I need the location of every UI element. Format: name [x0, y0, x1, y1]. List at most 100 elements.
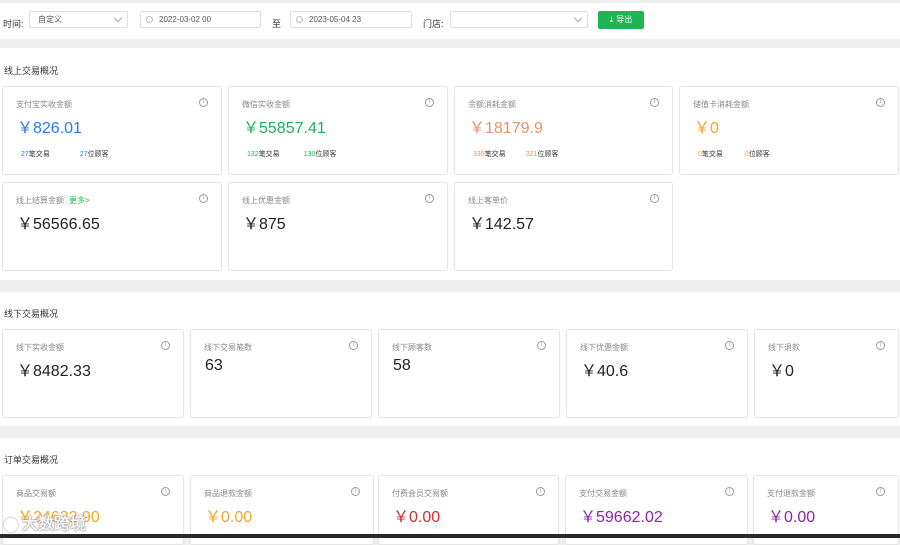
info-icon[interactable]: i	[199, 98, 208, 107]
info-icon[interactable]: i	[161, 487, 170, 496]
chevron-down-icon	[573, 13, 583, 23]
card-label: 线下优惠金额	[580, 343, 628, 352]
section-title: 线下交易概况	[4, 309, 59, 319]
start-date-input[interactable]: 2022-03-02 00	[140, 11, 261, 28]
info-icon[interactable]: i	[537, 341, 546, 350]
section-title: 线上交易概况	[4, 66, 59, 76]
card-label: 支付宝实收金额	[16, 100, 72, 109]
card-offline-refund: 线下退款 i ￥0	[754, 329, 899, 418]
customer-count: 130	[303, 151, 316, 158]
card-value: ￥0	[769, 363, 794, 380]
info-icon[interactable]: i	[351, 487, 360, 496]
end-date-input[interactable]: 2023-05-04 23	[290, 11, 412, 28]
card-label: 商品交易额	[16, 489, 56, 498]
tx-count: 27	[21, 151, 29, 158]
clock-icon	[146, 16, 153, 23]
card-label: 商品退款金额	[204, 489, 252, 498]
card-value: ￥826.01	[17, 120, 82, 137]
end-date-value: 2023-05-04 23	[309, 15, 362, 24]
card-label: 线上客单价	[468, 196, 508, 205]
card-offline-customers: 线下顾客数 i 58	[378, 329, 560, 418]
tx-unit: 笔交易	[701, 151, 723, 158]
card-offline-discount: 线下优惠金额 i ￥40.6	[566, 329, 748, 418]
info-icon[interactable]: i	[161, 341, 170, 350]
filter-bar: 时间: 自定义 2022-03-02 00 至 2023-05-04 23 门店…	[0, 3, 900, 39]
card-value: ￥18179.9	[469, 120, 543, 137]
start-date-value: 2022-03-02 00	[159, 15, 212, 24]
info-icon[interactable]: i	[725, 487, 734, 496]
card-value: ￥24632.90	[17, 509, 100, 526]
card-stats: 339笔交易 321位顾客	[473, 149, 558, 159]
info-icon[interactable]: i	[876, 98, 885, 107]
card-value: ￥56566.65	[17, 216, 100, 233]
tx-unit: 笔交易	[258, 151, 280, 158]
card-label: 付费会员交易额	[392, 489, 448, 498]
card-label: 线下退款	[768, 343, 800, 352]
card-stats: 0笔交易 0位顾客	[698, 149, 770, 159]
card-label: 支付退款金额	[767, 489, 815, 498]
card-label: 线下实收金额	[16, 343, 64, 352]
section-title: 订单交易概况	[4, 455, 59, 465]
card-label: 余额消耗金额	[468, 100, 516, 109]
card-value: ￥59662.02	[580, 509, 663, 526]
tx-unit: 笔交易	[484, 151, 506, 158]
info-icon[interactable]: i	[725, 341, 734, 350]
store-label: 门店:	[423, 19, 444, 29]
export-button[interactable]: ⤓ 导出	[598, 11, 644, 29]
card-value: ￥0	[694, 120, 719, 137]
card-value: ￥875	[243, 216, 286, 233]
card-value: ￥0.00	[768, 509, 816, 526]
info-icon[interactable]: i	[425, 194, 434, 203]
card-value: 63	[205, 357, 223, 374]
store-select[interactable]	[450, 11, 588, 28]
card-alipay-income: 支付宝实收金额 i ￥826.01 27笔交易 27位顾客	[2, 86, 222, 175]
clock-icon	[296, 16, 303, 23]
to-label: 至	[272, 19, 282, 29]
download-icon: ⤓	[609, 15, 614, 24]
customer-unit: 位顾客	[315, 151, 337, 158]
customer-count: 27	[79, 151, 88, 158]
more-link[interactable]: 更多>	[69, 196, 90, 205]
card-value: ￥55857.41	[243, 120, 326, 137]
card-label: 线上优惠金额	[242, 196, 290, 205]
card-value: ￥142.57	[469, 216, 534, 233]
info-icon[interactable]: i	[536, 487, 545, 496]
card-label: 线下顾客数	[392, 343, 432, 352]
time-label: 时间:	[3, 19, 24, 29]
info-icon[interactable]: i	[876, 487, 885, 496]
info-icon[interactable]: i	[349, 341, 358, 350]
card-online-avg-order: 线上客单价 i ￥142.57	[454, 182, 673, 271]
card-label: 储值卡消耗金额	[693, 100, 749, 109]
customer-unit: 位顾客	[87, 151, 109, 158]
card-wechat-income: 微信实收金额 i ￥55857.41 132笔交易 130位顾客	[228, 86, 448, 175]
tx-count: 339	[473, 151, 485, 158]
card-label: 支付交易金额	[579, 489, 627, 498]
card-stats: 132笔交易 130位顾客	[247, 149, 336, 159]
customer-count: 321	[525, 151, 538, 158]
time-range-select[interactable]: 自定义	[29, 11, 128, 28]
chevron-down-icon	[113, 13, 123, 23]
card-online-discount: 线上优惠金额 i ￥875	[228, 182, 448, 271]
time-range-value: 自定义	[38, 15, 62, 24]
info-icon[interactable]: i	[650, 98, 659, 107]
card-value: ￥0.00	[393, 509, 441, 526]
info-icon[interactable]: i	[876, 341, 885, 350]
customer-unit: 位顾客	[537, 151, 559, 158]
bottom-strip	[0, 534, 900, 538]
card-label: 微信实收金额	[242, 100, 290, 109]
info-icon[interactable]: i	[650, 194, 659, 203]
info-icon[interactable]: i	[199, 194, 208, 203]
card-balance-consumption: 余额消耗金额 i ￥18179.9 339笔交易 321位顾客	[454, 86, 673, 175]
card-value: ￥0.00	[205, 509, 253, 526]
customer-unit: 位顾客	[748, 151, 770, 158]
card-label-text: 线上结算金额	[16, 196, 64, 205]
info-icon[interactable]: i	[425, 98, 434, 107]
card-value: ￥8482.33	[17, 363, 91, 380]
card-stored-card-consumption: 储值卡消耗金额 i ￥0 0笔交易 0位顾客	[679, 86, 899, 175]
card-label: 线上结算金额 更多>	[16, 195, 90, 206]
tx-unit: 笔交易	[28, 151, 50, 158]
tx-count: 132	[247, 151, 259, 158]
card-value: 58	[393, 357, 411, 374]
card-value: ￥40.6	[581, 363, 629, 380]
card-offline-tx-count: 线下交易笔数 i 63	[190, 329, 372, 418]
